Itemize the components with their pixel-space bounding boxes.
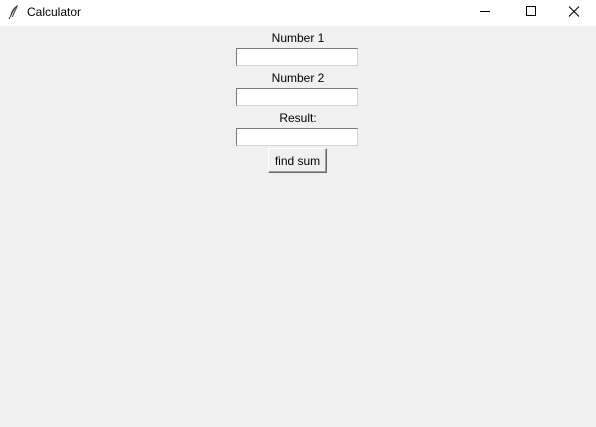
number2-label: Number 2	[271, 71, 325, 85]
result-input[interactable]	[236, 128, 358, 146]
maximize-icon	[526, 6, 536, 16]
close-button[interactable]	[551, 0, 596, 24]
window-title: Calculator	[27, 5, 82, 19]
result-label: Result:	[279, 111, 317, 125]
number1-label: Number 1	[271, 31, 325, 45]
maximize-button[interactable]	[508, 0, 554, 24]
minimize-button[interactable]	[462, 0, 508, 24]
minimize-icon	[480, 11, 490, 12]
calculator-window: Calculator Number 1 Number 2 Result: fin…	[0, 0, 596, 427]
client-area: Number 1 Number 2 Result: find sum	[0, 26, 596, 427]
number2-input[interactable]	[236, 88, 358, 106]
close-icon	[568, 6, 580, 17]
title-bar[interactable]: Calculator	[0, 0, 596, 26]
feather-icon	[7, 4, 21, 20]
find-sum-button[interactable]: find sum	[268, 148, 327, 173]
number1-input[interactable]	[236, 48, 358, 66]
